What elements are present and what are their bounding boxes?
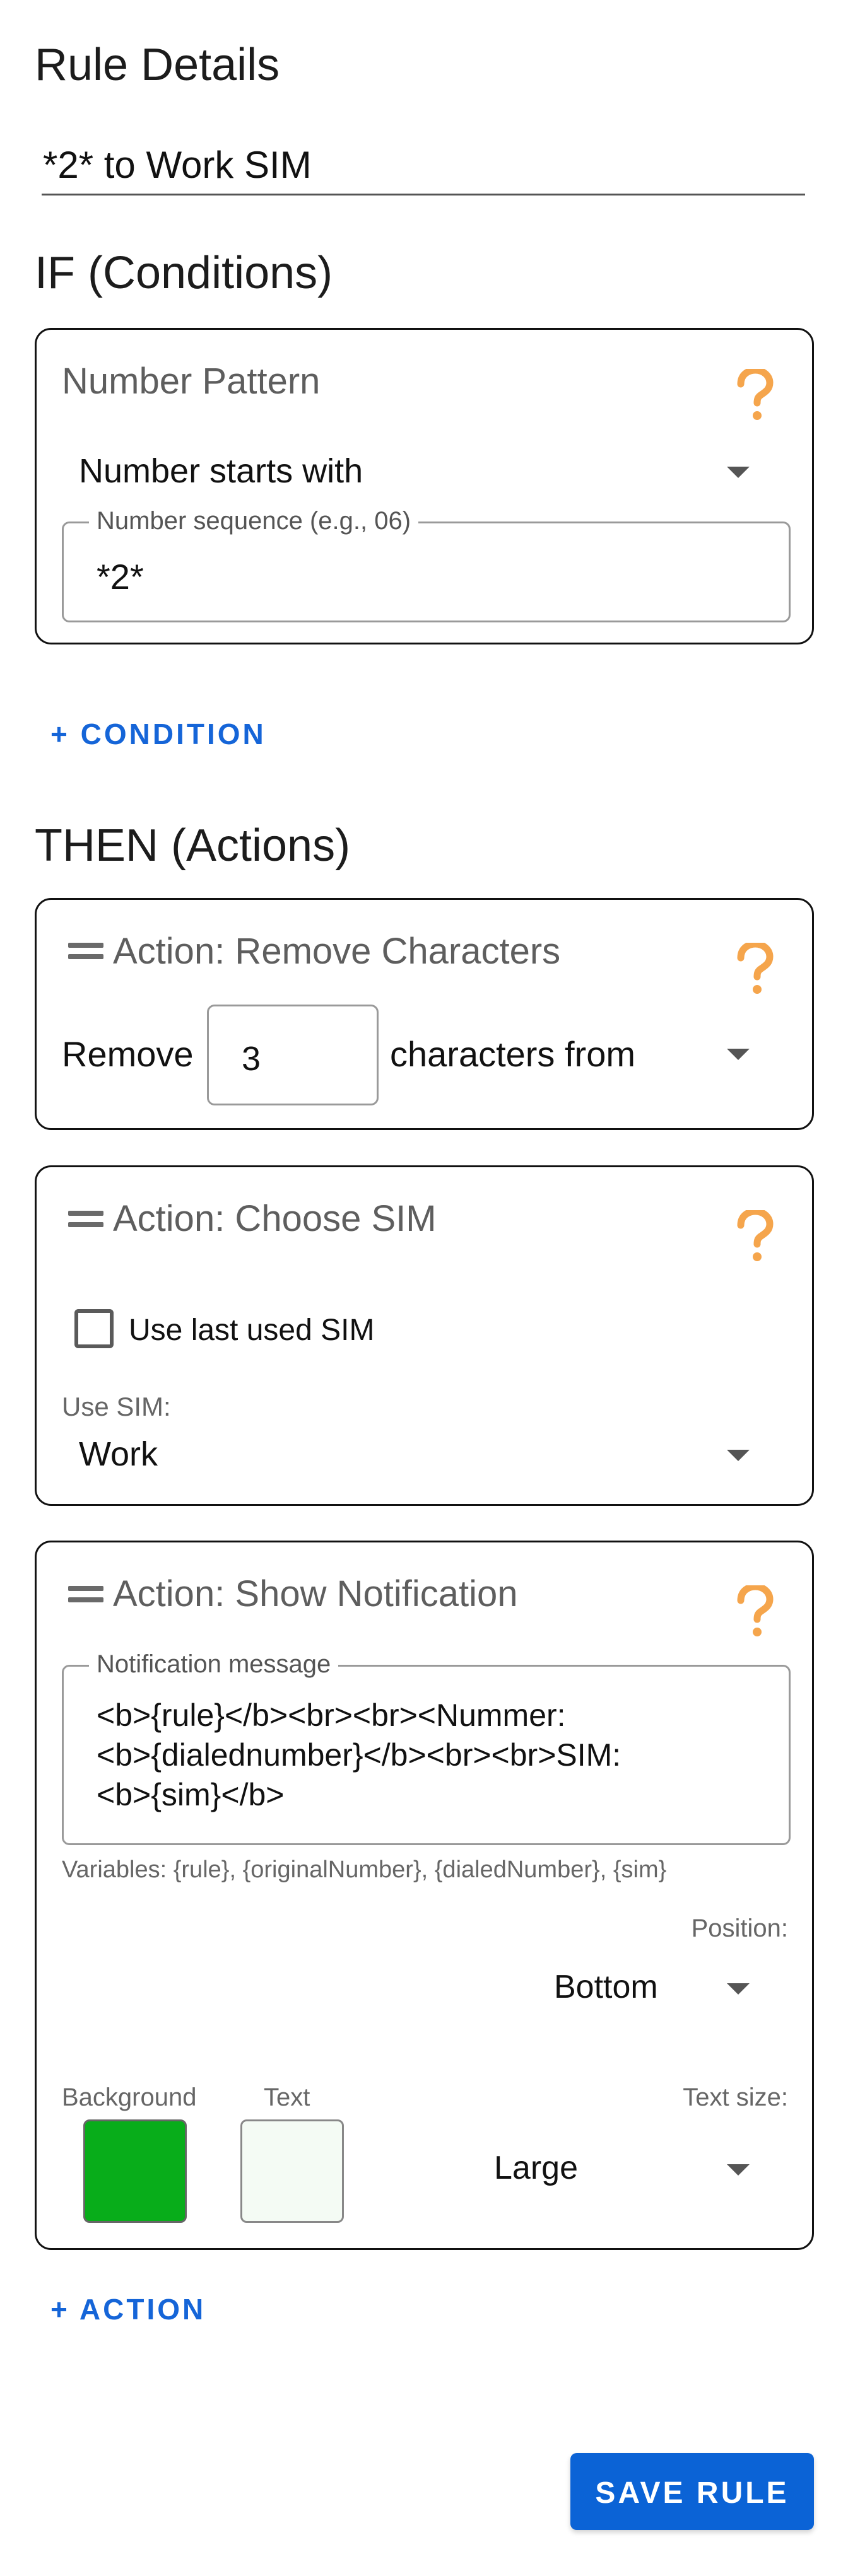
message-line: <b>{sim}</b> bbox=[97, 1777, 285, 1812]
notification-message-value: <b>{rule}</b><br><br><Nummer: <b>{dialed… bbox=[97, 1696, 621, 1815]
position-label: Position: bbox=[691, 1915, 788, 1942]
text-size-label: Text size: bbox=[683, 2084, 788, 2111]
text-color-label: Text bbox=[264, 2084, 310, 2111]
add-action-button[interactable]: + ACTION bbox=[50, 2292, 206, 2326]
help-icon[interactable] bbox=[735, 943, 774, 996]
chevron-down-icon bbox=[727, 1450, 750, 1461]
message-line: <b>{rule}</b><br><br><Nummer: bbox=[97, 1698, 566, 1733]
background-color-label: Background bbox=[62, 2084, 197, 2111]
background-color-swatch[interactable] bbox=[83, 2119, 187, 2223]
show-notification-title: Action: Show Notification bbox=[113, 1573, 518, 1614]
position-value: Bottom bbox=[554, 1969, 658, 2005]
help-icon[interactable] bbox=[735, 369, 774, 422]
notification-message-label: Notification message bbox=[89, 1650, 339, 1679]
text-size-select[interactable]: Large bbox=[494, 2143, 794, 2200]
match-type-select[interactable]: Number starts with bbox=[37, 446, 812, 510]
conditions-title: IF (Conditions) bbox=[35, 248, 333, 298]
save-rule-button[interactable]: SAVE RULE bbox=[570, 2453, 814, 2530]
choose-sim-title: Action: Choose SIM bbox=[113, 1198, 437, 1239]
text-size-value: Large bbox=[494, 2150, 578, 2186]
use-sim-select[interactable]: Work bbox=[37, 1430, 812, 1486]
remove-count-input[interactable]: 3 bbox=[207, 1005, 379, 1105]
choose-sim-card: Action: Choose SIM Use last used SIM Use… bbox=[35, 1165, 814, 1506]
show-notification-card: Action: Show Notification Notification m… bbox=[35, 1541, 814, 2250]
drag-handle-icon[interactable] bbox=[68, 943, 103, 962]
chevron-down-icon bbox=[727, 1983, 750, 1995]
use-sim-label: Use SIM: bbox=[62, 1392, 171, 1421]
match-type-value: Number starts with bbox=[79, 452, 363, 490]
position-select[interactable]: Bottom bbox=[554, 1962, 794, 2019]
number-pattern-title: Number Pattern bbox=[62, 361, 321, 402]
chevron-down-icon bbox=[727, 1049, 750, 1060]
rule-name-value: *2* to Work SIM bbox=[43, 144, 312, 186]
number-sequence-label: Number sequence (e.g., 06) bbox=[89, 507, 419, 535]
text-color-swatch[interactable] bbox=[240, 2119, 344, 2223]
rule-details-title: Rule Details bbox=[35, 40, 280, 90]
chevron-down-icon bbox=[727, 2164, 750, 2176]
use-last-sim-label: Use last used SIM bbox=[129, 1314, 375, 1347]
variables-hint: Variables: {rule}, {originalNumber}, {di… bbox=[62, 1856, 667, 1883]
actions-title: THEN (Actions) bbox=[35, 820, 351, 871]
help-icon[interactable] bbox=[735, 1585, 774, 1638]
number-pattern-card: Number Pattern Number starts with Number… bbox=[35, 328, 814, 644]
rule-name-input[interactable]: *2* to Work SIM bbox=[42, 123, 805, 195]
use-last-sim-checkbox[interactable] bbox=[74, 1309, 114, 1348]
notification-message-input[interactable]: Notification message <b>{rule}</b><br><b… bbox=[62, 1650, 791, 1845]
chevron-down-icon bbox=[727, 467, 750, 478]
use-sim-value: Work bbox=[79, 1435, 158, 1473]
remove-characters-title: Action: Remove Characters bbox=[113, 931, 561, 972]
number-sequence-value: *2* bbox=[97, 557, 144, 597]
remove-characters-card: Action: Remove Characters Remove 3 chara… bbox=[35, 898, 814, 1130]
help-icon[interactable] bbox=[735, 1210, 774, 1263]
message-line: <b>{dialednumber}</b><br><br>SIM: bbox=[97, 1737, 621, 1773]
remove-prefix-label: Remove bbox=[62, 1034, 194, 1074]
drag-handle-icon[interactable] bbox=[68, 1211, 103, 1230]
drag-handle-icon[interactable] bbox=[68, 1586, 103, 1605]
save-rule-label: SAVE RULE bbox=[595, 2476, 789, 2510]
remove-count-value: 3 bbox=[242, 1040, 261, 1078]
number-sequence-input[interactable]: Number sequence (e.g., 06) *2* bbox=[62, 507, 791, 622]
remove-suffix-label: characters from bbox=[390, 1034, 635, 1074]
add-condition-button[interactable]: + CONDITION bbox=[50, 717, 266, 751]
remove-position-select[interactable]: characters from bbox=[390, 1026, 794, 1083]
